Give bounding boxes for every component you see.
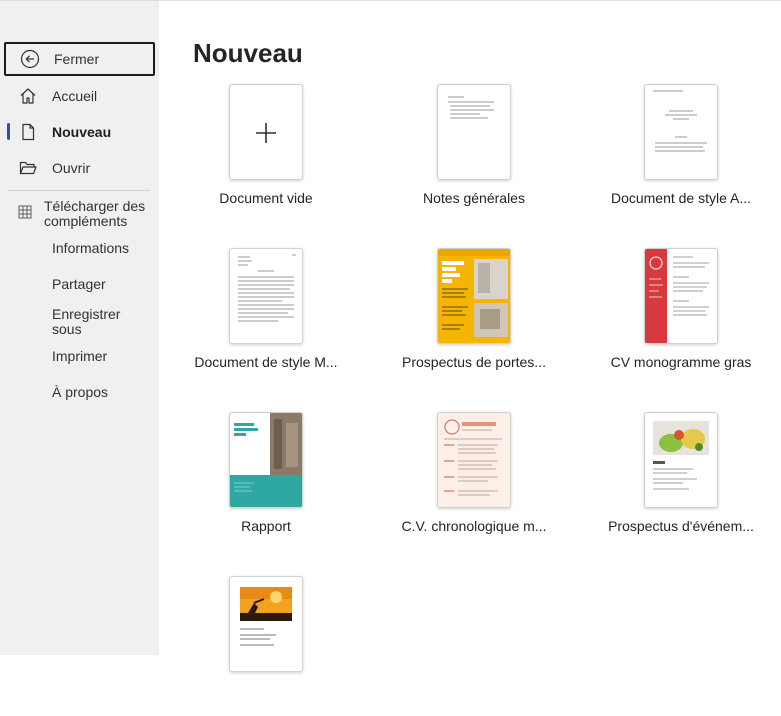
sidebar-divider bbox=[8, 190, 150, 191]
sidebar-item-share[interactable]: Partager bbox=[52, 277, 152, 292]
template-thumbnail bbox=[644, 248, 718, 344]
sidebar-item-home[interactable]: Accueil bbox=[4, 79, 155, 113]
plus-icon bbox=[256, 123, 276, 143]
addins-label: Télécharger des compléments bbox=[44, 198, 146, 229]
template-thumbnail bbox=[229, 248, 303, 344]
sidebar-item-about[interactable]: À propos bbox=[52, 385, 152, 400]
sidebar-item-print[interactable]: Imprimer bbox=[52, 349, 152, 364]
template-general-notes[interactable]: Notes générales bbox=[379, 84, 569, 224]
template-name: CV monogramme gras bbox=[610, 354, 752, 370]
addins-grid-icon bbox=[18, 205, 32, 219]
sidebar-item-save-as[interactable]: Enregistrer sous bbox=[52, 307, 132, 337]
template-thumbnail bbox=[437, 84, 511, 180]
template-chronological-cv[interactable]: C.V. chronologique m... bbox=[379, 412, 569, 552]
template-name: Prospectus de portes... bbox=[402, 354, 546, 370]
sidebar-item-open[interactable]: Ouvrir bbox=[4, 151, 155, 185]
template-name: Document de style A... bbox=[610, 190, 752, 206]
template-name: Rapport bbox=[241, 518, 291, 534]
template-name: Document de style M... bbox=[194, 354, 338, 370]
template-mla-style[interactable]: Document de style M... bbox=[171, 248, 361, 388]
template-thumbnail bbox=[229, 412, 303, 508]
close-button[interactable]: Fermer bbox=[4, 42, 155, 76]
template-thumbnail bbox=[437, 412, 511, 508]
back-arrow-icon bbox=[19, 48, 41, 70]
template-thumbnail bbox=[437, 248, 511, 344]
sidebar-item-info[interactable]: Informations bbox=[52, 241, 152, 256]
template-name: Prospectus d'événem... bbox=[608, 518, 754, 534]
sidebar-item-addins[interactable]: Télécharger des compléments bbox=[4, 197, 155, 233]
template-thumbnail bbox=[229, 84, 303, 180]
new-label: Nouveau bbox=[52, 124, 112, 140]
close-label: Fermer bbox=[54, 51, 100, 67]
open-label: Ouvrir bbox=[52, 160, 91, 176]
home-label: Accueil bbox=[52, 88, 98, 104]
template-thumbnail bbox=[229, 576, 303, 672]
folder-open-icon bbox=[17, 157, 39, 179]
template-apa-style[interactable]: Document de style A... bbox=[586, 84, 776, 224]
template-thumbnail bbox=[644, 84, 718, 180]
new-document-icon bbox=[17, 121, 39, 143]
template-photo-document[interactable] bbox=[171, 576, 361, 716]
page-title: Nouveau bbox=[193, 38, 303, 68]
home-icon bbox=[17, 85, 39, 107]
backstage-sidebar: Fermer Accueil Nouveau Ouvrir Télécharge… bbox=[0, 1, 159, 655]
template-name: Notes générales bbox=[423, 190, 525, 206]
template-event-flyer[interactable]: Prospectus d'événem... bbox=[586, 412, 776, 552]
template-blank-document[interactable]: Document vide bbox=[171, 84, 361, 224]
template-open-house-flyer[interactable]: Prospectus de portes... bbox=[379, 248, 569, 388]
template-name: Document vide bbox=[219, 190, 313, 206]
template-name: C.V. chronologique m... bbox=[401, 518, 547, 534]
template-thumbnail bbox=[644, 412, 718, 508]
sidebar-item-new[interactable]: Nouveau bbox=[4, 115, 155, 149]
template-report[interactable]: Rapport bbox=[171, 412, 361, 552]
template-bold-monogram-cv[interactable]: CV monogramme gras bbox=[586, 248, 776, 388]
